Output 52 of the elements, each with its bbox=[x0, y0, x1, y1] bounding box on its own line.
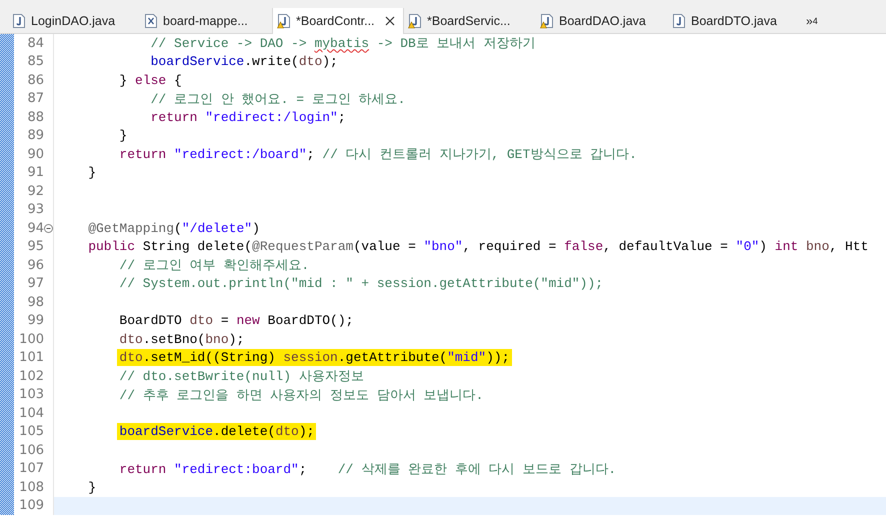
collapse-icon[interactable] bbox=[44, 224, 53, 233]
line-number: 101 bbox=[18, 350, 44, 366]
code-line: } bbox=[87, 478, 98, 496]
line-number: 92 bbox=[26, 184, 44, 199]
code-line: return "redirect:/login"; bbox=[150, 108, 347, 126]
line-number: 90 bbox=[26, 146, 44, 162]
line-number: 86 bbox=[26, 72, 44, 88]
code-line: // 로그인 안 했어요. = 로그인 하세요. bbox=[150, 90, 406, 108]
line-number: 95 bbox=[26, 239, 44, 254]
code-line: BoardDTO dto = new BoardDTO(); bbox=[118, 312, 354, 330]
code-line: return "redirect:/board"; // 다시 컨트롤러 지나가기, GET방식으로 갑니다. bbox=[118, 146, 638, 164]
line-number: 99 bbox=[26, 313, 44, 328]
code-line: // 로그인 여부 확인해주세요. bbox=[118, 257, 310, 274]
line-number: 97 bbox=[26, 276, 44, 292]
code-line: return "redirect:board"; // 삭제를 완료한 후에 다시 보드로 갑니다. bbox=[118, 460, 618, 478]
editor-tab[interactable]: *BoardContr... bbox=[272, 8, 404, 34]
line-number: 87 bbox=[26, 91, 44, 106]
line-number: 84 bbox=[26, 36, 44, 51]
code-line: boardService.write(dto); bbox=[150, 53, 339, 70]
line-number: 96 bbox=[26, 258, 44, 273]
editor-tab[interactable]: LoginDAO.java bbox=[8, 8, 140, 33]
line-number: 109 bbox=[18, 498, 44, 514]
line-number: 88 bbox=[26, 110, 44, 125]
line-number: 107 bbox=[18, 461, 44, 476]
line-number: 105 bbox=[18, 424, 44, 440]
editor-tab[interactable]: *BoardServic... bbox=[404, 8, 536, 33]
line-number: 103 bbox=[18, 387, 44, 402]
line-number: 104 bbox=[18, 406, 44, 421]
line-number: 93 bbox=[26, 202, 44, 218]
code-line: // dto.setBwrite(null) 사용자정보 bbox=[118, 368, 365, 386]
code-line: } bbox=[87, 164, 98, 182]
editor-tab[interactable]: board-mappe... bbox=[140, 8, 272, 33]
line-number: 98 bbox=[26, 294, 44, 310]
editor-tab[interactable]: BoardDAO.java bbox=[536, 8, 668, 33]
code-line: public String delete(@RequestParam(value = "bno", required = false, defaultValue = "0") int bno, Htt bbox=[87, 238, 870, 256]
line-number: 102 bbox=[18, 368, 44, 384]
code-line: @GetMapping("/delete") bbox=[87, 220, 261, 237]
line-number: 91 bbox=[26, 165, 44, 180]
close-icon[interactable] bbox=[385, 16, 395, 26]
line-number: 94 bbox=[26, 220, 44, 236]
code-line: dto.setBno(bno); bbox=[118, 330, 246, 348]
editor-tab[interactable]: BoardDTO.java bbox=[668, 8, 800, 33]
line-number: 85 bbox=[26, 54, 44, 70]
code-line: } else { bbox=[118, 72, 183, 89]
line-number: 108 bbox=[18, 480, 44, 495]
line-number: 106 bbox=[18, 442, 44, 458]
line-number: 100 bbox=[18, 332, 44, 347]
code-line: // 추후 로그인을 하면 사용자의 정보도 담아서 보냅니다. bbox=[118, 386, 484, 404]
code-line: // System.out.println("mid : " + session.getAttribute("mid")); bbox=[118, 275, 604, 292]
line-number: 89 bbox=[26, 128, 44, 144]
code-line: // Service -> DAO -> mybatis -> DB로 보내서 저장하기 bbox=[150, 35, 536, 52]
code-line: } bbox=[118, 127, 128, 144]
